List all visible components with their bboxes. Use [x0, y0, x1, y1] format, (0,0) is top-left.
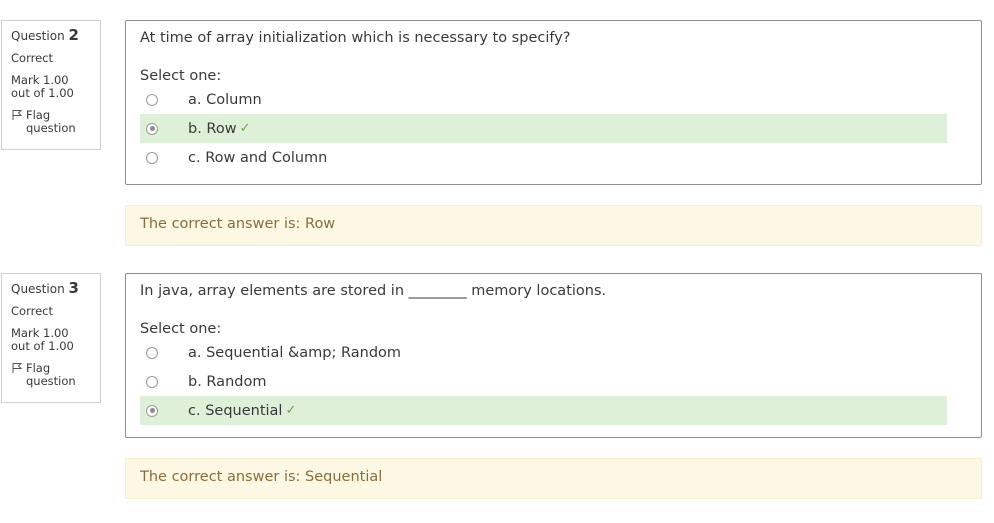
question-number: 2 [68, 26, 79, 44]
flag-question-label: Flag question [26, 108, 76, 135]
radio-button[interactable] [146, 375, 158, 388]
feedback-box: The correct answer is: Sequential [125, 458, 982, 499]
flag-icon [11, 109, 23, 121]
question-word: Question [11, 282, 65, 296]
question-state: Correct [11, 304, 53, 318]
question-word: Question [11, 29, 65, 43]
question-number: 3 [68, 279, 79, 297]
question-info: Question 2 Correct Mark 1.00 out of 1.00… [1, 20, 101, 150]
answer-option[interactable]: b. Random [140, 367, 947, 396]
check-icon: ✓ [239, 121, 251, 136]
correct-answer-text: The correct answer is: Row [140, 216, 336, 232]
radio-button[interactable] [146, 93, 158, 106]
answer-label: b. Random [188, 373, 267, 390]
answer-option[interactable]: a. Sequential &amp; Random [140, 338, 947, 367]
answer-label: c. Sequential [188, 402, 283, 419]
flag-icon [11, 362, 23, 374]
answer-option-correct[interactable]: c. Sequential ✓ [140, 396, 947, 425]
question-number-line: Question 3 [11, 279, 91, 297]
radio-button-selected[interactable] [146, 122, 158, 135]
check-icon: ✓ [285, 403, 297, 418]
flag-question-button[interactable]: Flag question [11, 362, 91, 388]
answer-option[interactable]: c. Row and Column [140, 143, 947, 172]
select-one-prompt: Select one: [140, 68, 222, 84]
question-text: At time of array initialization which is… [140, 30, 571, 46]
radio-button-selected[interactable] [146, 404, 158, 417]
question-state: Correct [11, 51, 53, 65]
feedback-box: The correct answer is: Row [125, 205, 982, 246]
question-number-line: Question 2 [11, 26, 91, 44]
select-one-prompt: Select one: [140, 321, 222, 337]
answer-label: a. Sequential &amp; Random [188, 344, 402, 361]
question-text: In java, array elements are stored in __… [140, 283, 607, 299]
answer-label: a. Column [188, 91, 262, 108]
question-content: At time of array initialization which is… [125, 20, 982, 185]
answer-label: b. Row [188, 120, 237, 137]
answer-label: c. Row and Column [188, 149, 328, 166]
question-grade: Mark 1.00 out of 1.00 [11, 73, 74, 100]
question-info: Question 3 Correct Mark 1.00 out of 1.00… [1, 273, 101, 403]
answer-option[interactable]: a. Column [140, 85, 947, 114]
answer-option-correct[interactable]: b. Row ✓ [140, 114, 947, 143]
flag-question-button[interactable]: Flag question [11, 109, 91, 135]
radio-button[interactable] [146, 151, 158, 164]
flag-question-label: Flag question [26, 361, 76, 388]
question-content: In java, array elements are stored in __… [125, 273, 982, 438]
radio-button[interactable] [146, 346, 158, 359]
question-grade: Mark 1.00 out of 1.00 [11, 326, 74, 353]
correct-answer-text: The correct answer is: Sequential [140, 469, 383, 485]
